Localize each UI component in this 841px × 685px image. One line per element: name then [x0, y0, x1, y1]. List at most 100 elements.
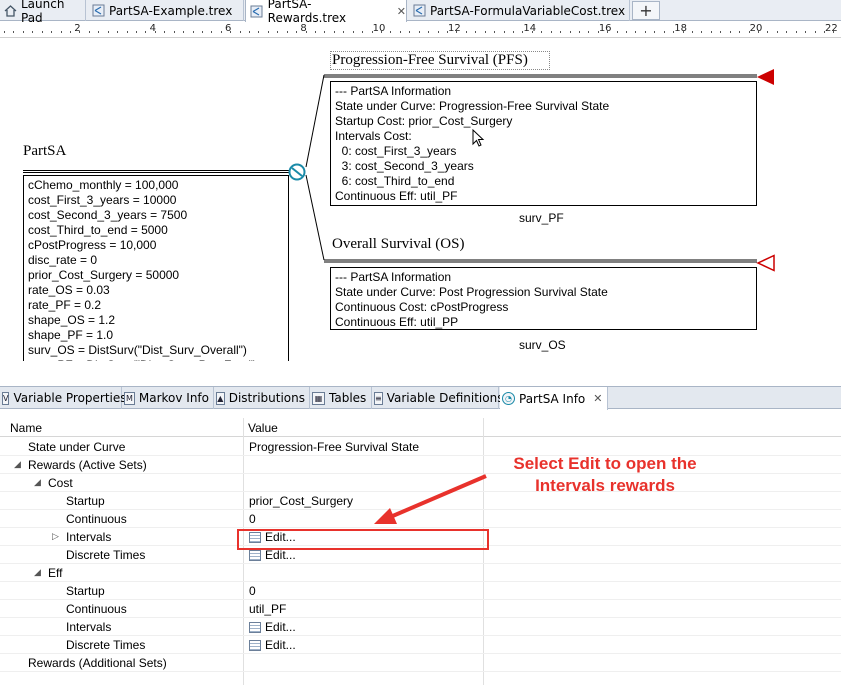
ruler-tick: [720, 31, 722, 33]
row-name: Continuous: [66, 512, 127, 526]
ruler-tick: [569, 31, 571, 33]
table-row[interactable]: Intervals Edit...: [0, 618, 841, 636]
row-value[interactable]: 0: [249, 512, 256, 526]
tab-variable-properties[interactable]: V Variable Properties: [0, 387, 127, 409]
edit-button[interactable]: Edit...: [249, 620, 296, 634]
ruler-tick: [296, 31, 298, 33]
close-icon[interactable]: ✕: [397, 5, 406, 18]
ruler-tick: [409, 31, 411, 33]
ruler-tick: [484, 31, 486, 33]
ruler-tick: [192, 31, 194, 33]
row-value-text: util_PF: [249, 602, 287, 616]
tab-label: Distributions: [228, 391, 305, 405]
tab-partsa-formula-variable-cost[interactable]: PartSA-FormulaVariableCost.trex: [408, 0, 630, 21]
ruler-tick: [315, 31, 317, 33]
ruler-label: 6: [225, 23, 232, 34]
tab-partsa-example[interactable]: PartSA-Example.trex: [87, 0, 244, 21]
tree-file-icon: [412, 4, 426, 18]
row-value-text: Edit...: [265, 620, 296, 634]
tab-partsa-info[interactable]: ◔ PartSA Info ✕: [500, 387, 608, 410]
row-name: Discrete Times: [66, 548, 146, 562]
row-value-text: prior_Cost_Surgery: [249, 494, 354, 508]
edit-button[interactable]: Edit...: [249, 548, 296, 562]
ruler-tick: [51, 31, 53, 33]
row-name: Discrete Times: [66, 638, 146, 652]
ruler-label: 8: [300, 23, 307, 34]
ruler-tick: [60, 31, 62, 33]
ruler-tick: [560, 31, 562, 33]
ruler-tick: [362, 31, 364, 33]
ruler-tick: [220, 31, 222, 33]
terminal-node-filled-icon[interactable]: [756, 68, 776, 86]
tab-label: Launch Pad: [21, 0, 65, 25]
ruler-tick: [4, 31, 5, 33]
row-value-text: 0: [249, 512, 256, 526]
ruler-tick: [117, 31, 119, 33]
tab-label: PartSA Info: [519, 391, 586, 406]
collapsed-twistie-icon[interactable]: ▷: [52, 531, 59, 542]
annotation-callout: Select Edit to open the Intervals reward…: [513, 454, 697, 495]
ruler-label: 12: [448, 23, 461, 34]
ruler-tick: [428, 31, 430, 33]
ruler-tick: [258, 31, 260, 33]
ruler-tick: [814, 31, 816, 33]
ruler-tick: [767, 31, 769, 33]
ruler-tick: [69, 31, 71, 33]
ruler-tick: [239, 31, 241, 33]
tab-tables[interactable]: ▦ Tables: [310, 387, 372, 409]
expanded-twistie-icon[interactable]: ◢: [14, 459, 21, 470]
ruler-tick: [249, 31, 251, 33]
row-name: Startup: [66, 584, 105, 598]
table-row[interactable]: Continuous util_PF: [0, 600, 841, 618]
ruler-tick: [32, 31, 34, 33]
ruler-tick: [465, 31, 467, 33]
ruler-tick: [701, 31, 703, 33]
partsa-node-icon[interactable]: [288, 163, 308, 183]
row-name: Intervals: [66, 530, 112, 544]
row-value[interactable]: prior_Cost_Surgery: [249, 494, 353, 508]
tree-canvas[interactable]: Progression-Free Survival (PFS) --- Part…: [0, 39, 841, 361]
ruler-tick: [550, 31, 552, 33]
annotation-arrow-icon: [374, 474, 487, 524]
expanded-twistie-icon[interactable]: ◢: [34, 477, 41, 488]
column-header-name[interactable]: Name: [10, 421, 42, 435]
markov-icon: M: [124, 391, 135, 405]
tab-markov-info[interactable]: M Markov Info: [122, 387, 214, 409]
row-name: State under Curve: [28, 440, 126, 454]
ruler-tick: [663, 31, 665, 33]
close-icon[interactable]: ✕: [593, 392, 602, 405]
ruler-label: 14: [523, 23, 537, 34]
tab-partsa-rewards[interactable]: PartSA-Rewards.trex ✕: [245, 0, 407, 25]
ruler-tick: [616, 31, 618, 33]
ruler-tick: [201, 31, 203, 33]
new-tab-button[interactable]: +: [632, 1, 660, 20]
row-value[interactable]: Progression-Free Survival State: [249, 440, 419, 454]
ruler-label: 10: [372, 23, 386, 34]
terminal-node-outline-icon[interactable]: [756, 254, 776, 272]
ruler-tick: [22, 31, 24, 33]
edit-button[interactable]: Edit...: [249, 638, 296, 652]
row-value[interactable]: 0: [249, 584, 256, 598]
table-row[interactable]: Discrete Times Edit...: [0, 636, 841, 654]
ruler-tick: [692, 31, 694, 33]
table-row[interactable]: ◢ Eff: [0, 564, 841, 582]
row-name: Startup: [66, 494, 105, 508]
tree-file-icon: [250, 4, 264, 18]
table-row[interactable]: Startup 0: [0, 582, 841, 600]
table-row[interactable]: Rewards (Additional Sets): [0, 654, 841, 672]
ruler-tick: [588, 31, 590, 33]
tab-distributions[interactable]: ▲ Distributions: [214, 387, 310, 409]
ruler-tick: [164, 31, 166, 33]
row-name: Rewards (Additional Sets): [28, 656, 167, 670]
ruler-tick: [211, 31, 213, 33]
tree-file-icon: [91, 4, 105, 18]
tab-variable-definitions[interactable]: ≡ Variable Definitions: [372, 387, 503, 409]
tab-launch-pad[interactable]: Launch Pad: [0, 0, 86, 25]
variable-icon: V: [2, 391, 10, 405]
ruler-tick: [635, 31, 637, 33]
tab-label: Variable Definitions: [386, 391, 504, 405]
tab-label: PartSA-Example.trex: [109, 3, 233, 18]
row-value[interactable]: util_PF: [249, 602, 286, 616]
column-header-value[interactable]: Value: [248, 421, 278, 435]
expanded-twistie-icon[interactable]: ◢: [34, 567, 41, 578]
